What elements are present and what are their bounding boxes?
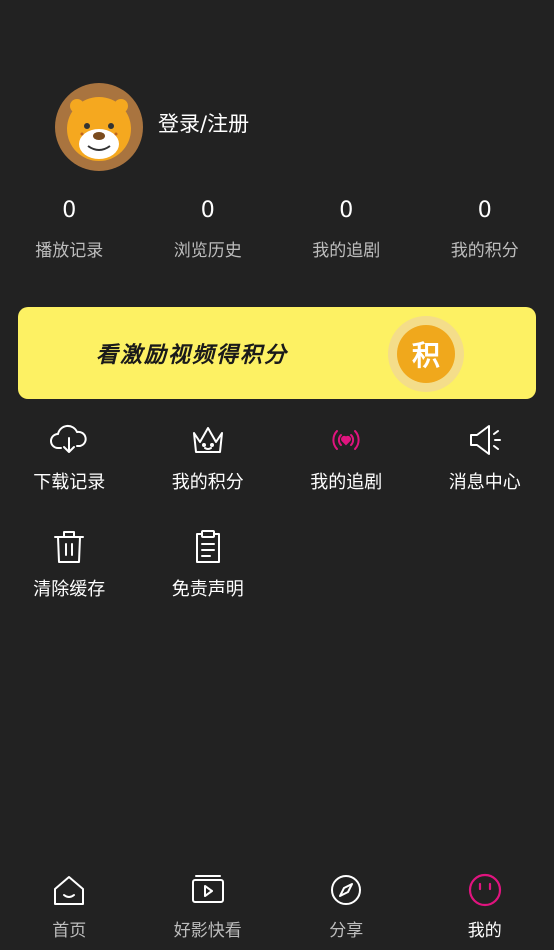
- clipboard-icon: [195, 530, 220, 563]
- menu-label: 消息中心: [448, 472, 521, 493]
- menu-item-downloads[interactable]: 下载记录: [0, 420, 139, 494]
- nav-label: 首页: [52, 921, 87, 941]
- login-register-link[interactable]: 登录/注册: [158, 108, 249, 138]
- menu-item-follows[interactable]: 我的追剧: [277, 420, 416, 494]
- menu-item-disclaimer[interactable]: 免责声明: [139, 527, 278, 601]
- stat-play-history[interactable]: 0 播放记录: [0, 198, 139, 261]
- stat-label: 我的追剧: [312, 241, 381, 261]
- stat-value: 0: [339, 198, 354, 223]
- menu-label: 下载记录: [33, 472, 106, 493]
- compass-icon: [331, 875, 362, 905]
- profile-header: 登录/注册: [54, 82, 249, 172]
- banner-text: 看激励视频得积分: [96, 342, 289, 368]
- smile-icon: [468, 873, 501, 907]
- trash-icon: [54, 531, 85, 563]
- nav-label: 好影快看: [173, 921, 242, 941]
- video-icon: [191, 875, 224, 903]
- stat-value: 0: [200, 198, 215, 223]
- stat-browse-history[interactable]: 0 浏览历史: [139, 198, 278, 261]
- nav-item-home[interactable]: 首页: [0, 872, 139, 950]
- menu-grid: 下载记录 我的积分 我的追剧 消息中心 清除缓存 免责声明: [0, 420, 554, 601]
- menu-label: 我的积分: [171, 472, 244, 493]
- crown-icon: [192, 427, 223, 453]
- points-coin-icon: 积: [388, 316, 464, 392]
- menu-item-clear-cache[interactable]: 清除缓存: [0, 527, 139, 601]
- stat-value: 0: [62, 198, 77, 223]
- nav-label: 分享: [329, 921, 364, 941]
- stat-label: 播放记录: [35, 241, 104, 261]
- menu-label: 我的追剧: [310, 472, 383, 493]
- nav-item-video[interactable]: 好影快看: [139, 872, 278, 950]
- menu-label: 免责声明: [171, 579, 244, 600]
- stat-label: 我的积分: [450, 241, 519, 261]
- bottom-nav: 首页 好影快看 分享 我的: [0, 872, 554, 950]
- broadcast-heart-icon: [332, 430, 360, 450]
- menu-item-points[interactable]: 我的积分: [139, 420, 278, 494]
- stat-value: 0: [477, 198, 492, 223]
- nav-item-share[interactable]: 分享: [277, 872, 416, 950]
- lion-avatar-icon[interactable]: [54, 82, 144, 172]
- stats-row: 0 播放记录 0 浏览历史 0 我的追剧 0 我的积分: [0, 198, 554, 261]
- stat-my-points[interactable]: 0 我的积分: [416, 198, 554, 261]
- menu-item-messages[interactable]: 消息中心: [416, 420, 554, 494]
- stat-label: 浏览历史: [173, 241, 242, 261]
- home-icon: [54, 876, 85, 905]
- coin-label: 积: [397, 325, 455, 383]
- nav-label: 我的: [467, 921, 502, 941]
- cloud-download-icon: [50, 424, 87, 453]
- speaker-icon: [469, 425, 501, 455]
- reward-video-banner[interactable]: 看激励视频得积分 积: [18, 307, 536, 399]
- stat-my-follows[interactable]: 0 我的追剧: [277, 198, 416, 261]
- nav-item-mine[interactable]: 我的: [416, 872, 554, 950]
- menu-label: 清除缓存: [33, 579, 106, 600]
